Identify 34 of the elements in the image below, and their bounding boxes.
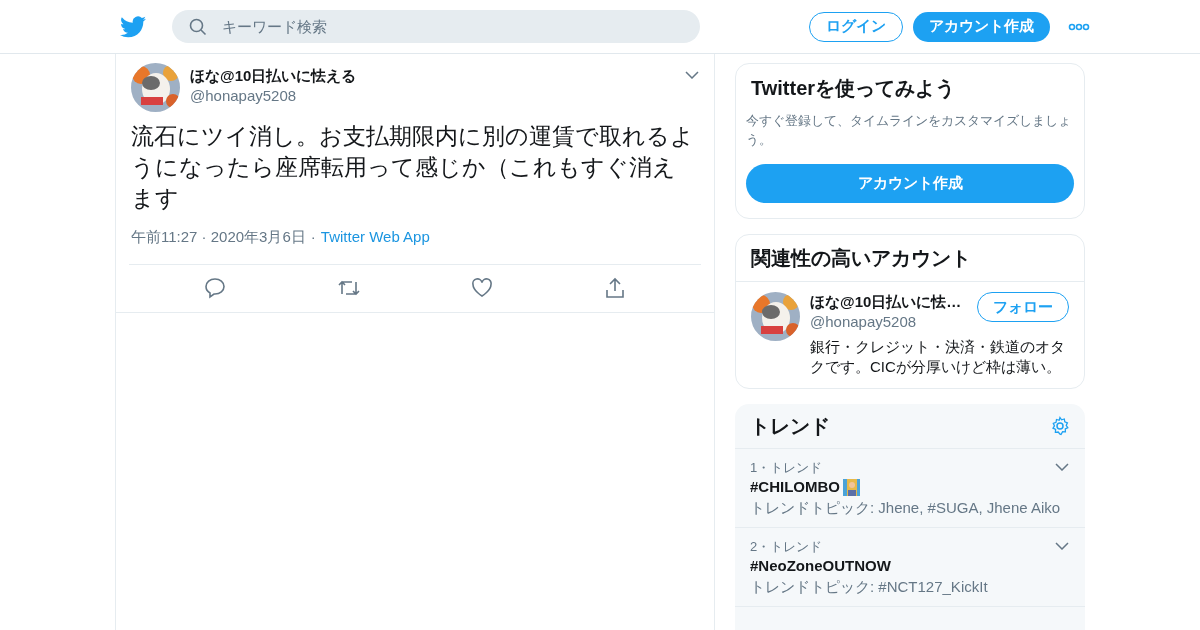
search-field[interactable]: キーワード検索 <box>172 10 700 43</box>
tweet-timestamp[interactable]: 午前11:27 · 2020年3月6日 <box>131 226 306 249</box>
more-icon[interactable] <box>1068 22 1090 31</box>
trend-rank: 1・トレンド <box>750 459 823 477</box>
card-title: 関連性の高いアカウント <box>736 235 1084 282</box>
heart-icon[interactable] <box>471 278 494 298</box>
user-handle[interactable]: @honapay5208 <box>810 312 962 332</box>
user-bio: 銀行・クレジット・決済・鉄道のオタクです。CICが分厚いけど枠は薄い。 <box>810 337 1066 377</box>
chevron-down-icon[interactable] <box>1055 542 1069 550</box>
trend-hashtag[interactable]: #CHILOMBO <box>750 477 840 497</box>
trend-hashtag[interactable]: #NeoZoneOUTNOW <box>750 556 891 576</box>
bird-logo-icon[interactable] <box>120 15 146 38</box>
card-text: 今すぐ登録して、タイムラインをカスタマイズしましょう。 <box>746 112 1072 149</box>
card-title: トレンド <box>750 414 830 439</box>
card-title: Twitterを使ってみよう <box>750 76 957 101</box>
retweet-icon[interactable] <box>336 278 361 298</box>
tweet-text: 流石にツイ消し。お支払期限内に別の運賃で取れるようになったら座席転用って感じか（これもすぐ消えます <box>131 122 695 213</box>
signup-button[interactable]: アカウント作成 <box>913 11 1050 42</box>
source-link[interactable]: Twitter Web App <box>320 226 430 249</box>
trend-topic: トレンドトピック: Jhene, #SUGA, Jhene Aiko <box>750 498 1062 518</box>
signup-button[interactable]: アカウント作成 <box>746 164 1074 203</box>
emoji-icon <box>843 478 860 496</box>
search-icon <box>189 18 207 36</box>
chevron-down-icon[interactable] <box>1055 463 1069 471</box>
separator: · <box>310 227 316 247</box>
share-icon[interactable] <box>603 277 626 299</box>
user-name[interactable]: ほな@10日払いに怯… <box>810 292 962 312</box>
user-name[interactable]: ほな@10日払いに怯える <box>190 66 675 86</box>
trend-topic: トレンドトピック: #NCT127_KickIt <box>750 577 989 597</box>
settings-icon[interactable] <box>1050 416 1070 436</box>
user-handle[interactable]: @honapay5208 <box>190 86 675 106</box>
reply-icon[interactable] <box>204 277 227 299</box>
trend-rank: 2・トレンド <box>750 538 823 556</box>
chevron-down-icon[interactable] <box>685 71 699 79</box>
